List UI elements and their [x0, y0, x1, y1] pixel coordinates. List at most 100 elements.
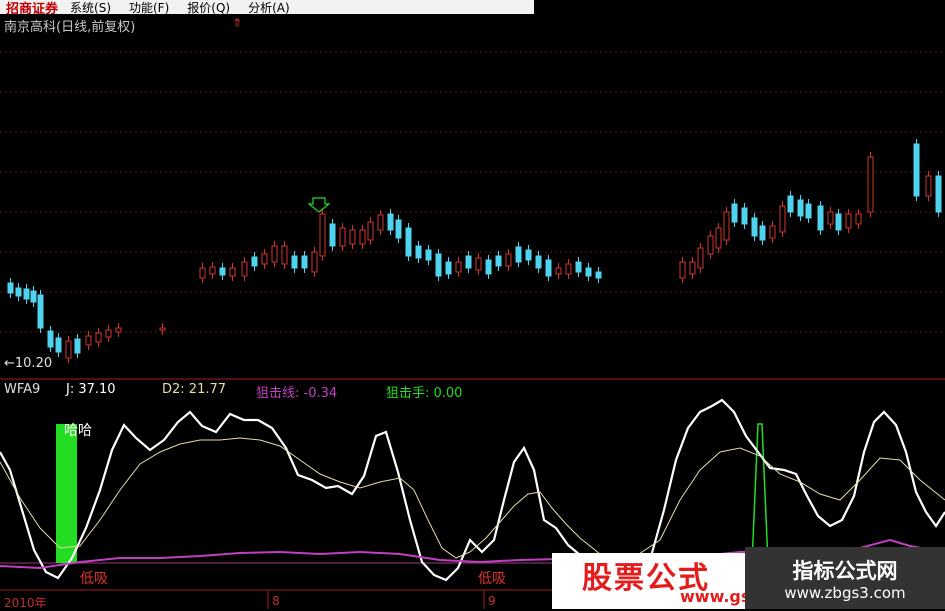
candle-body-12	[115, 327, 122, 333]
candle-body-18	[241, 261, 248, 277]
candle-body-42	[475, 257, 482, 271]
candle-body-6	[55, 337, 62, 353]
candle-body-60	[723, 211, 730, 241]
candle-body-43	[485, 259, 492, 275]
signal-label-buy-2: 低吸	[478, 571, 506, 587]
candle-body-9	[85, 335, 92, 346]
candle-body-44	[495, 255, 502, 267]
candle-body-50	[555, 267, 562, 275]
signal-spike	[751, 423, 769, 564]
candle-body-75	[867, 156, 874, 213]
candle-body-37	[425, 249, 432, 261]
watermark-right-main: 指标公式网	[792, 559, 898, 583]
indicator-name: WFA9	[4, 382, 41, 397]
watermark-left-sub: www.gsz	[680, 587, 748, 606]
candle-body-23	[291, 255, 298, 269]
candle-body-13	[159, 327, 166, 331]
candle-body-74	[855, 213, 862, 225]
candle-body-73	[845, 213, 852, 229]
candle-body-65	[769, 225, 776, 239]
candle-body-7	[65, 340, 72, 359]
candle-body-45	[505, 253, 512, 267]
candle-body-1	[15, 287, 22, 297]
candle-body-17	[229, 267, 236, 277]
candle-body-32	[377, 214, 384, 231]
candle-body-40	[455, 261, 462, 273]
candle-body-33	[387, 213, 394, 231]
candle-body-3	[30, 290, 37, 303]
indicator-line1-value: 狙击线: -0.34	[256, 386, 338, 401]
axis-label-year: 2010年	[4, 596, 47, 610]
candle-body-2	[23, 288, 30, 300]
low-price-label: ←10.20	[4, 356, 53, 371]
candle-body-61	[731, 203, 738, 223]
candle-body-49	[545, 259, 552, 277]
candle-body-28	[339, 227, 346, 247]
signal-label-haha: 哈哈	[64, 423, 92, 439]
candle-body-63	[751, 217, 758, 237]
candle-body-19	[251, 256, 258, 267]
candle-body-46	[515, 246, 522, 263]
indicator-line2-value: 狙击手: 0.00	[386, 386, 463, 401]
candle-body-69	[805, 203, 812, 219]
candle-body-48	[535, 255, 542, 269]
candle-body-25	[311, 251, 318, 273]
candle-body-57	[697, 247, 704, 269]
candle-body-77	[925, 175, 932, 197]
candle-body-39	[445, 261, 452, 275]
candle-body-14	[199, 267, 206, 279]
candle-body-66	[779, 205, 786, 233]
candle-body-27	[329, 223, 336, 247]
candle-body-54	[595, 271, 602, 279]
candle-body-21	[271, 245, 278, 263]
candle-body-34	[395, 219, 402, 239]
candle-body-41	[465, 255, 472, 269]
indicator-j-value: J: 37.10	[66, 382, 116, 397]
candle-body-78	[935, 175, 942, 213]
candle-body-51	[565, 263, 572, 275]
candle-body-22	[281, 245, 288, 265]
candle-body-10	[95, 332, 102, 343]
axis-label-month-8: 8	[272, 594, 280, 608]
indicator-d2-value: D2: 21.77	[162, 382, 227, 397]
candle-body-53	[585, 267, 592, 277]
watermark-left: 股票公式 www.gsz	[552, 553, 748, 609]
signal-bar-main	[56, 424, 77, 563]
candle-body-68	[797, 199, 804, 217]
candle-body-36	[415, 245, 422, 259]
candle-body-24	[301, 255, 308, 269]
candle-body-56	[689, 261, 696, 275]
candle-body-20	[261, 253, 268, 265]
candle-body-0	[7, 282, 14, 294]
candle-body-62	[741, 207, 748, 225]
candle-body-76	[913, 143, 920, 197]
candle-body-67	[787, 195, 794, 213]
candle-body-4	[37, 294, 44, 329]
candle-body-8	[74, 338, 81, 354]
candle-body-71	[827, 211, 834, 225]
candle-body-47	[525, 249, 532, 261]
peak-marker-icon	[307, 197, 331, 213]
candle-body-38	[435, 253, 442, 277]
candle-body-59	[715, 227, 722, 249]
candle-body-26	[319, 213, 326, 257]
candle-body-15	[209, 266, 216, 275]
candle-body-70	[817, 205, 824, 231]
axis-label-month-9: 9	[488, 594, 496, 608]
signal-label-buy-1: 低吸	[80, 571, 108, 587]
candle-body-30	[359, 229, 366, 245]
candle-body-55	[679, 261, 686, 279]
candle-body-11	[105, 329, 112, 338]
candle-body-16	[219, 267, 226, 276]
candle-body-72	[835, 213, 842, 231]
candle-body-58	[707, 235, 714, 255]
chart-canvas[interactable]	[0, 0, 945, 609]
watermark-right-sub: www.zbgs3.com	[784, 584, 906, 602]
candle-body-5	[47, 330, 54, 348]
candle-body-29	[349, 229, 356, 245]
candle-body-35	[405, 227, 412, 257]
candle-body-52	[575, 261, 582, 273]
candle-body-31	[367, 221, 374, 241]
watermark-right: 指标公式网 www.zbgs3.com	[745, 547, 945, 609]
candle-body-64	[759, 225, 766, 241]
